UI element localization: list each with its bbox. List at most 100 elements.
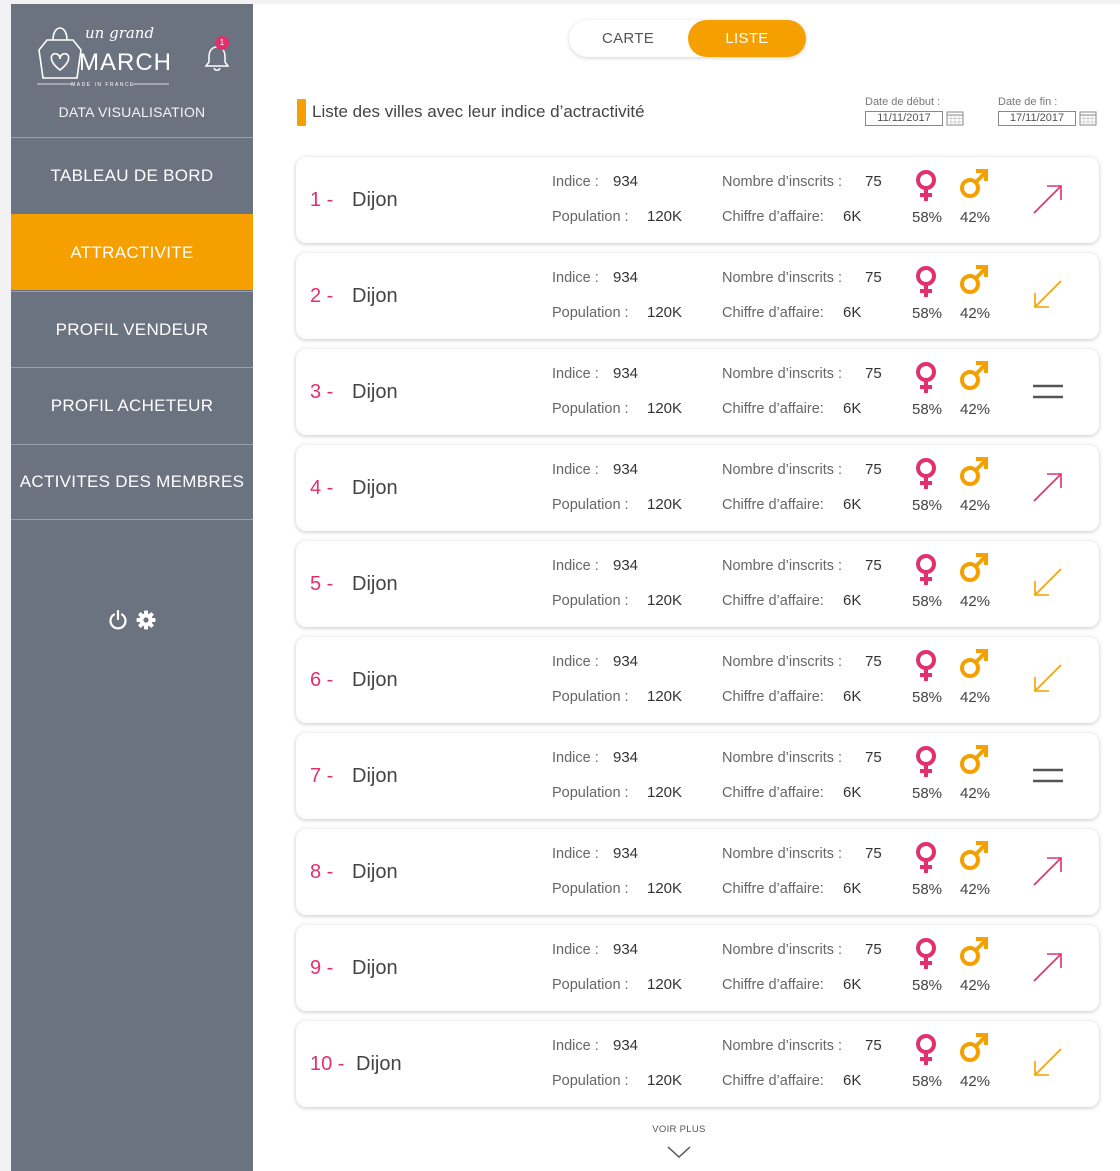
indice-value: 934	[613, 365, 639, 382]
brand-logo[interactable]: un grand MARCHÉ MADE IN FRANCE	[33, 14, 173, 96]
female-percent: 58%	[912, 1073, 943, 1090]
city-card[interactable]: 9 - Dijon Indice : 934 Population : 120K Nombr…	[296, 925, 1099, 1011]
female-symbol-icon	[910, 457, 942, 491]
brand-line1: un grand	[85, 24, 154, 42]
male-symbol-icon	[958, 263, 990, 297]
sidebar-item-attractivite[interactable]: ATTRACTIVITE	[11, 214, 253, 290]
city-rank: 10 -	[310, 1053, 345, 1075]
indice-value: 934	[613, 941, 639, 958]
city-name: Dijon	[352, 285, 398, 307]
indice-value: 934	[613, 173, 639, 190]
population-label: Population :	[552, 881, 629, 897]
indice-value: 934	[613, 557, 639, 574]
city-card[interactable]: 8 - Dijon Indice : 934 Population : 120K Nombr…	[296, 829, 1099, 915]
city-rank: 6 -	[310, 669, 334, 691]
city-rank: 3 -	[310, 381, 334, 403]
male-percent: 42%	[960, 785, 991, 802]
male-symbol-icon	[958, 551, 990, 585]
female-symbol-icon	[910, 553, 942, 587]
indice-label: Indice :	[552, 942, 599, 958]
city-rank: 2 -	[310, 285, 334, 307]
male-percent: 42%	[960, 1073, 991, 1090]
chiffre-affaire-value: 6K	[843, 976, 862, 993]
sidebar-item-tableau-de-bord[interactable]: TABLEAU DE BORD	[11, 137, 253, 213]
toggle-liste[interactable]: LISTE	[688, 20, 806, 57]
inscrits-value: 75	[865, 749, 882, 766]
power-icon[interactable]	[107, 609, 129, 631]
population-label: Population :	[552, 401, 629, 417]
chiffre-affaire-label: Chiffre d’affaire:	[722, 305, 824, 321]
inscrits-label: Nombre d’inscrits :	[722, 942, 843, 958]
inscrits-label: Nombre d’inscrits :	[722, 1038, 843, 1054]
main-content: CARTE LISTE Liste des villes avec leur i…	[253, 4, 1120, 1171]
male-symbol-icon	[958, 455, 990, 489]
city-card[interactable]: 1 - Dijon Indice : 934 Population : 120K Nombr…	[296, 157, 1099, 243]
trend-up-arrow-icon	[1030, 949, 1066, 985]
sidebar-item-activites-des-membres[interactable]: ACTIVITES DES MEMBRES	[11, 444, 253, 520]
city-name: Dijon	[352, 861, 398, 883]
male-symbol-icon	[958, 1031, 990, 1065]
city-card[interactable]: 2 - Dijon Indice : 934 Population : 120K Nombr…	[296, 253, 1099, 339]
city-name: Dijon	[352, 189, 398, 211]
chiffre-affaire-label: Chiffre d’affaire:	[722, 593, 824, 609]
female-percent: 58%	[912, 977, 943, 994]
city-card[interactable]: 10 - Dijon Indice : 934 Population : 120K Nomb…	[296, 1021, 1099, 1107]
female-percent: 58%	[912, 689, 943, 706]
indice-value: 934	[613, 1037, 639, 1054]
city-card[interactable]: 5 - Dijon Indice : 934 Population : 120K Nombr…	[296, 541, 1099, 627]
start-date-input[interactable]: 11/11/2017	[865, 110, 943, 126]
voir-plus-link[interactable]: VOIR PLUS	[641, 1124, 717, 1135]
population-label: Population :	[552, 497, 629, 513]
inscrits-label: Nombre d’inscrits :	[722, 174, 843, 190]
inscrits-label: Nombre d’inscrits :	[722, 846, 843, 862]
male-symbol-icon	[958, 935, 990, 969]
chiffre-affaire-label: Chiffre d’affaire:	[722, 1073, 824, 1089]
male-symbol-icon	[958, 167, 990, 201]
trend-down-arrow-icon	[1030, 1045, 1066, 1081]
city-card[interactable]: 6 - Dijon Indice : 934 Population : 120K Nombr…	[296, 637, 1099, 723]
male-percent: 42%	[960, 593, 991, 610]
city-name: Dijon	[352, 477, 398, 499]
city-name: Dijon	[352, 573, 398, 595]
sidebar-subtitle: DATA VISUALISATION	[58, 104, 206, 120]
population-value: 120K	[647, 208, 683, 225]
inscrits-label: Nombre d’inscrits :	[722, 750, 843, 766]
chiffre-affaire-value: 6K	[843, 496, 862, 513]
male-percent: 42%	[960, 305, 991, 322]
chiffre-affaire-value: 6K	[843, 208, 862, 225]
city-card[interactable]: 7 - Dijon Indice : 934 Population : 120K Nombr…	[296, 733, 1099, 819]
female-symbol-icon	[910, 649, 942, 683]
sidebar-item-profil-vendeur[interactable]: PROFIL VENDEUR	[11, 291, 253, 367]
system-icons	[107, 609, 157, 631]
female-percent: 58%	[912, 785, 943, 802]
sidebar-item-profil-acheteur[interactable]: PROFIL ACHETEUR	[11, 367, 253, 443]
trend-down-arrow-icon	[1030, 661, 1066, 697]
inscrits-label: Nombre d’inscrits :	[722, 462, 843, 478]
end-date-input[interactable]: 17/11/2017	[998, 110, 1076, 126]
inscrits-value: 75	[865, 1037, 882, 1054]
chiffre-affaire-value: 6K	[843, 592, 862, 609]
end-date-block: Date de fin : 17/11/2017	[998, 96, 1097, 126]
toggle-carte[interactable]: CARTE	[569, 20, 687, 57]
chiffre-affaire-label: Chiffre d’affaire:	[722, 497, 824, 513]
city-rank: 4 -	[310, 477, 334, 499]
city-card[interactable]: 3 - Dijon Indice : 934 Population : 120K Nombr…	[296, 349, 1099, 435]
indice-label: Indice :	[552, 558, 599, 574]
end-date-label: Date de fin :	[998, 96, 1058, 108]
city-name: Dijon	[352, 957, 398, 979]
indice-value: 934	[613, 461, 639, 478]
chevron-down-icon[interactable]	[666, 1144, 692, 1160]
calendar-icon[interactable]	[1079, 110, 1097, 126]
female-percent: 58%	[912, 401, 943, 418]
chiffre-affaire-value: 6K	[843, 688, 862, 705]
indice-label: Indice :	[552, 366, 599, 382]
calendar-icon[interactable]	[946, 110, 964, 126]
male-percent: 42%	[960, 689, 991, 706]
male-symbol-icon	[958, 359, 990, 393]
female-symbol-icon	[910, 361, 942, 395]
gear-icon[interactable]	[135, 609, 157, 631]
chiffre-affaire-label: Chiffre d’affaire:	[722, 785, 824, 801]
male-percent: 42%	[960, 881, 991, 898]
city-card[interactable]: 4 - Dijon Indice : 934 Population : 120K Nombr…	[296, 445, 1099, 531]
city-name: Dijon	[352, 669, 398, 691]
